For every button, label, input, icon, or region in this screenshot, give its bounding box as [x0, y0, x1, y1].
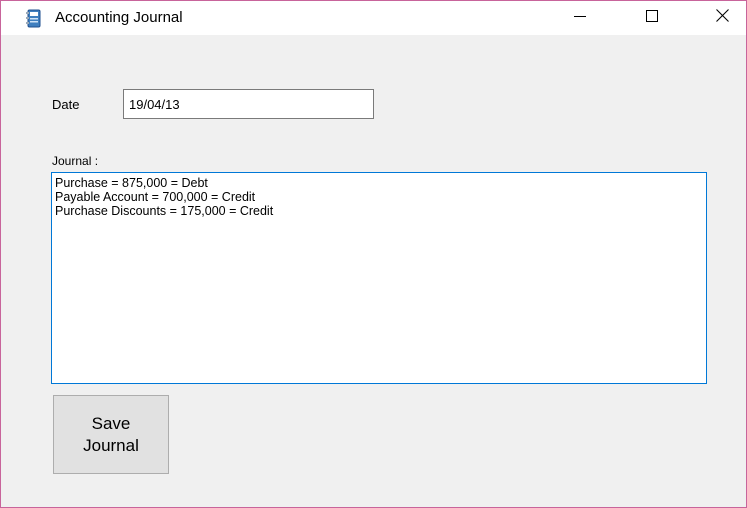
window-title: Accounting Journal — [55, 9, 183, 26]
minimize-icon — [574, 9, 586, 27]
title-bar[interactable]: Accounting Journal — [1, 1, 746, 35]
save-button-label-line1: Save — [91, 413, 131, 433]
app-window: Accounting Journal Date Journal : Purcha… — [0, 0, 747, 508]
journal-book-icon — [25, 9, 43, 28]
journal-line: Purchase Discounts = 175,000 = Credit — [55, 204, 274, 218]
close-button[interactable] — [699, 1, 745, 35]
date-input[interactable] — [123, 89, 374, 119]
journal-label: Journal : — [52, 154, 99, 168]
maximize-button[interactable] — [629, 1, 675, 35]
save-button-label-line2: Journal — [83, 435, 139, 455]
minimize-button[interactable] — [557, 1, 603, 35]
journal-line: Payable Account = 700,000 = Credit — [55, 190, 256, 204]
journal-textarea[interactable]: Purchase = 875,000 = Debt Payable Accoun… — [51, 172, 707, 384]
close-icon — [715, 9, 729, 27]
save-journal-button[interactable]: Save Journal — [53, 395, 169, 474]
journal-line: Purchase = 875,000 = Debt — [55, 176, 208, 190]
date-label: Date — [52, 97, 80, 112]
maximize-icon — [646, 9, 658, 27]
